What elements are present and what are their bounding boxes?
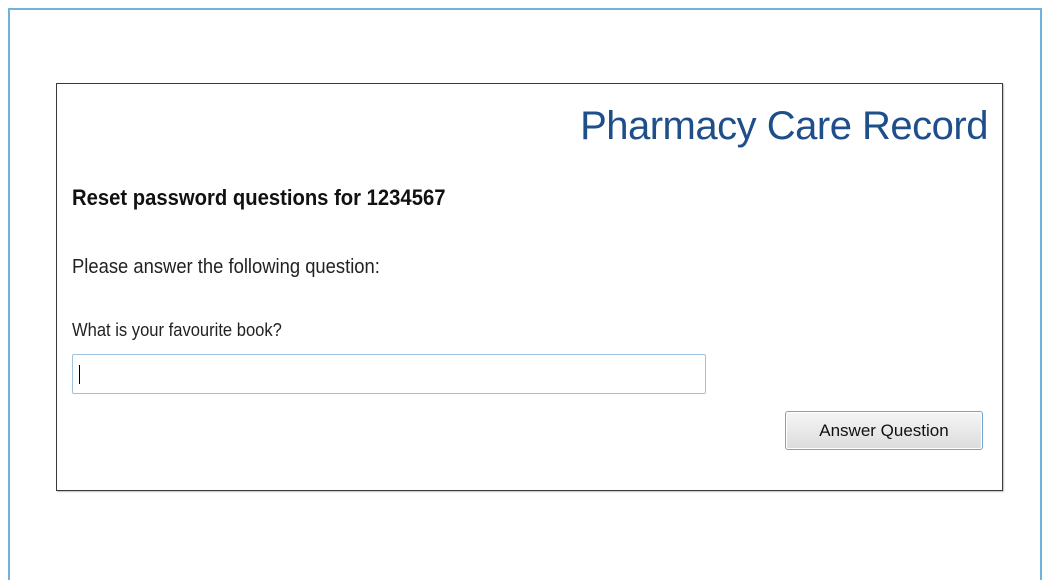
app-title: Pharmacy Care Record [580, 104, 988, 148]
security-answer-input[interactable] [72, 354, 706, 394]
security-question-label: What is your favourite book? [72, 320, 282, 340]
text-cursor [79, 365, 80, 384]
answer-question-button[interactable]: Answer Question [785, 411, 983, 450]
reset-password-panel: Pharmacy Care Record Reset password ques… [56, 83, 1003, 491]
page-heading: Reset password questions for 1234567 [72, 185, 446, 210]
instruction-text: Please answer the following question: [72, 256, 380, 278]
